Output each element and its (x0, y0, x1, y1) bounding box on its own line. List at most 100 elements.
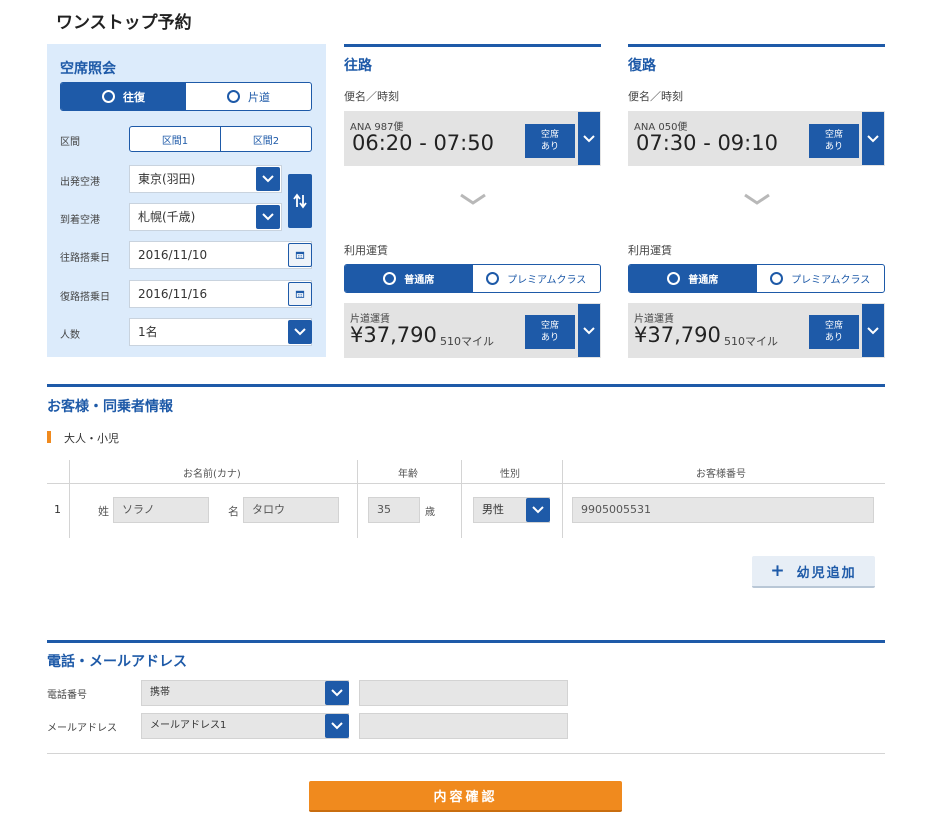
radio-selected-icon (667, 272, 681, 285)
fare-premium-label: プレミアムクラス (507, 275, 587, 286)
calendar-icon (295, 251, 305, 259)
return-time: 07:30 - 09:10 (636, 131, 778, 155)
swap-airports-button[interactable] (288, 174, 312, 228)
availability-line1: 空席 (824, 130, 843, 140)
outbound-date-label: 往路搭乗日 (60, 253, 110, 264)
contact-top-line (47, 640, 885, 643)
header-age: 年齢 (398, 469, 418, 480)
segment-2-tab[interactable]: 区間2 (221, 127, 311, 151)
radio-empty-icon (486, 272, 500, 285)
outbound-flight-dropdown[interactable] (578, 112, 600, 165)
return-fare-premium-option[interactable]: プレミアムクラス (757, 265, 885, 292)
contact-title: 電話・メールアドレス (47, 654, 187, 670)
email-type-select[interactable]: メールアドレス1 (141, 713, 349, 739)
gender-dropdown-button[interactable] (526, 498, 550, 522)
outbound-fare-normal-option[interactable]: 普通席 (345, 265, 473, 292)
outbound-miles: 510マイル (440, 335, 494, 348)
availability-line2: あり (540, 142, 559, 152)
outbound-fare-label: 利用運賃 (344, 244, 388, 257)
return-date-input[interactable]: 2016/11/16 (129, 280, 312, 308)
return-date-label: 復路搭乗日 (60, 292, 110, 303)
plus-icon: + (770, 561, 785, 581)
outbound-time: 06:20 - 07:50 (352, 131, 494, 155)
pax-select[interactable]: 1名 (129, 318, 312, 346)
chevron-down-icon (331, 722, 343, 730)
add-infant-button[interactable]: + 幼児追加 (752, 556, 875, 588)
trip-round-label: 往復 (123, 90, 145, 104)
table-header-line (47, 483, 885, 484)
chevron-down-icon (262, 213, 274, 221)
availability-line1: 空席 (824, 321, 843, 331)
age-unit: 歳 (425, 507, 435, 518)
trip-round-option[interactable]: 往復 (61, 83, 186, 110)
segment-1-tab[interactable]: 区間1 (130, 127, 221, 151)
outbound-fare-availability-badge: 空席 あり (525, 315, 575, 349)
first-name-input[interactable]: タロウ (243, 497, 339, 523)
outbound-price: ¥37,790 (350, 323, 437, 347)
outbound-date-input[interactable]: 2016/11/10 (129, 241, 312, 269)
table-col-divider (69, 460, 70, 538)
trip-oneway-option[interactable]: 片道 (186, 83, 311, 110)
return-flight-dropdown[interactable] (862, 112, 884, 165)
outbound-expand-chevron[interactable] (458, 192, 488, 209)
chevron-down-icon (583, 134, 595, 142)
pax-dropdown-button[interactable] (288, 320, 312, 344)
last-name-label: 姓 (98, 505, 109, 518)
from-label: 出発空港 (60, 177, 100, 188)
trip-oneway-label: 片道 (248, 90, 270, 104)
row-number: 1 (54, 503, 61, 516)
phone-number-input[interactable] (359, 680, 568, 706)
confirm-button[interactable]: 内容確認 (309, 781, 622, 812)
return-fare-availability-badge: 空席 あり (809, 315, 859, 349)
header-gender: 性別 (500, 469, 520, 480)
return-title: 復路 (628, 58, 656, 74)
radio-selected-icon (102, 90, 115, 103)
return-fare-dropdown[interactable] (862, 304, 884, 357)
outbound-calendar-button[interactable] (288, 243, 312, 267)
first-name-label: 名 (228, 505, 239, 518)
segment-label: 区間 (60, 137, 80, 148)
last-name-input[interactable]: ソラノ (113, 497, 209, 523)
email-type-dropdown-button[interactable] (325, 714, 349, 738)
table-col-divider (357, 460, 358, 538)
chevron-down-icon (867, 326, 879, 334)
age-input[interactable]: 35 (368, 497, 420, 523)
return-calendar-button[interactable] (288, 282, 312, 306)
passenger-subhead: 大人・小児 (64, 432, 119, 445)
header-name: お名前(カナ) (183, 469, 241, 480)
subhead-accent-bar (47, 431, 51, 443)
email-label: メールアドレス (47, 723, 117, 734)
outbound-fare-dropdown[interactable] (578, 304, 600, 357)
email-address-input[interactable] (359, 713, 568, 739)
chevron-down-icon (744, 193, 770, 205)
outbound-top-line (344, 44, 601, 47)
availability-line2: あり (824, 333, 843, 343)
member-number-input[interactable]: 9905005531 (572, 497, 874, 523)
chevron-down-icon (583, 326, 595, 334)
outbound-availability-badge: 空席 あり (525, 124, 575, 158)
availability-line2: あり (824, 142, 843, 152)
add-infant-label: 幼児追加 (796, 565, 857, 581)
phone-type-select[interactable]: 携帯 (141, 680, 349, 706)
phone-type-dropdown-button[interactable] (325, 681, 349, 705)
return-expand-chevron[interactable] (742, 192, 772, 209)
radio-selected-icon (383, 272, 397, 285)
trip-type-toggle: 往復 片道 (60, 82, 312, 111)
header-member: お客様番号 (696, 469, 746, 480)
availability-line1: 空席 (540, 130, 559, 140)
to-label: 到着空港 (60, 215, 100, 226)
chevron-down-icon (262, 175, 274, 183)
outbound-fare-premium-option[interactable]: プレミアムクラス (473, 265, 601, 292)
return-fare-normal-option[interactable]: 普通席 (629, 265, 757, 292)
phone-label: 電話番号 (47, 690, 87, 701)
segment-2-label: 区間2 (252, 135, 280, 147)
return-price: ¥37,790 (634, 323, 721, 347)
chevron-down-icon (294, 328, 306, 336)
return-fare-toggle: 普通席 プレミアムクラス (628, 264, 885, 293)
to-dropdown-button[interactable] (256, 205, 280, 229)
table-col-divider (562, 460, 563, 538)
passenger-title: お客様・同乗者情報 (47, 399, 173, 415)
pax-label: 人数 (60, 330, 80, 341)
segment-1-label: 区間1 (161, 135, 189, 147)
from-dropdown-button[interactable] (256, 167, 280, 191)
